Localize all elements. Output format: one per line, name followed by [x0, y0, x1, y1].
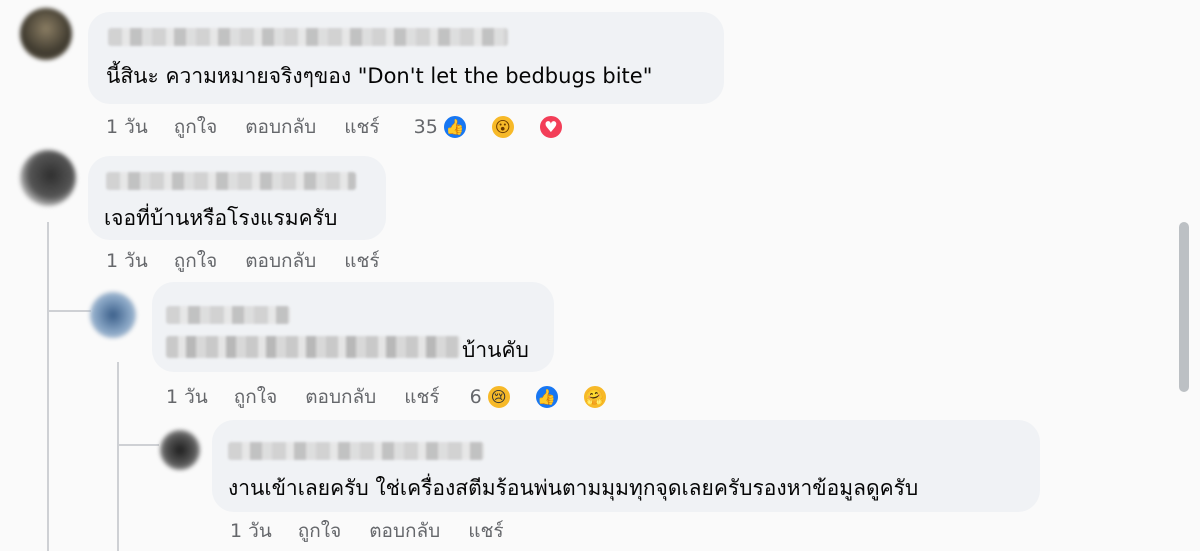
reaction-summary[interactable]: 6 😢 👍 🤗	[470, 384, 636, 410]
share-button[interactable]: แชร์	[404, 382, 439, 412]
reply-button[interactable]: ตอบกลับ	[245, 246, 316, 276]
scrollbar[interactable]	[1176, 0, 1192, 551]
avatar[interactable]	[90, 292, 136, 338]
sad-icon: 😢	[485, 384, 512, 410]
comment-bubble: บ้านคับ	[152, 282, 554, 372]
reaction-count: 35	[413, 116, 438, 138]
like-button[interactable]: ถูกใจ	[298, 516, 341, 546]
author-name-redacted[interactable]	[228, 442, 484, 460]
comment-text: นี้สินะ ความหมายจริงๆของ "Don't let the …	[106, 64, 653, 88]
share-button[interactable]: แชร์	[344, 112, 379, 142]
comment-text: งานเข้าเลยครับ ใช่เครื่องสตีมร้อนพ่นตามม…	[228, 476, 919, 500]
reply-button[interactable]: ตอบกลับ	[305, 382, 376, 412]
thread-line	[117, 362, 119, 551]
avatar[interactable]	[160, 430, 200, 470]
comment-actions: 1 วัน ถูกใจ ตอบกลับ แชร์ 35 👍 😮 ♥	[106, 112, 592, 142]
comment-actions: 1 วัน ถูกใจ ตอบกลับ แชร์ 6 😢 👍 🤗	[166, 382, 636, 412]
thread-line	[47, 310, 91, 312]
like-icon: 👍	[533, 384, 560, 410]
comments-panel: นี้สินะ ความหมายจริงๆของ "Don't let the …	[0, 0, 1200, 551]
author-name-redacted[interactable]	[106, 172, 356, 190]
reaction-count: 6	[469, 386, 482, 408]
avatar[interactable]	[20, 150, 76, 206]
comment-text-suffix: บ้านคับ	[462, 338, 529, 362]
author-name-redacted[interactable]	[108, 28, 508, 46]
reply-button[interactable]: ตอบกลับ	[369, 516, 440, 546]
comment-actions: 1 วัน ถูกใจ ตอบกลับ แชร์	[106, 246, 408, 276]
thread-line	[47, 222, 49, 551]
care-icon: 🤗	[581, 384, 608, 410]
like-icon: 👍	[441, 114, 468, 140]
like-button[interactable]: ถูกใจ	[174, 112, 217, 142]
like-button[interactable]: ถูกใจ	[234, 382, 277, 412]
comment-actions: 1 วัน ถูกใจ ตอบกลับ แชร์	[230, 516, 532, 546]
share-button[interactable]: แชร์	[344, 246, 379, 276]
avatar[interactable]	[20, 8, 72, 60]
comment-time[interactable]: 1 วัน	[106, 246, 148, 276]
comment-time[interactable]: 1 วัน	[106, 112, 148, 142]
comment-bubble: นี้สินะ ความหมายจริงๆของ "Don't let the …	[88, 12, 724, 104]
like-button[interactable]: ถูกใจ	[174, 246, 217, 276]
thread-line	[117, 444, 159, 446]
love-icon: ♥	[537, 114, 564, 140]
comment-text: เจอที่บ้านหรือโรงแรมครับ	[104, 206, 338, 230]
scrollbar-thumb[interactable]	[1179, 222, 1189, 392]
comment-text-redacted	[166, 336, 460, 358]
share-button[interactable]: แชร์	[468, 516, 503, 546]
comment-time[interactable]: 1 วัน	[166, 382, 208, 412]
author-name-redacted[interactable]	[166, 306, 290, 324]
comment-bubble: งานเข้าเลยครับ ใช่เครื่องสตีมร้อนพ่นตามม…	[212, 420, 1040, 512]
comment-time[interactable]: 1 วัน	[230, 516, 272, 546]
reply-button[interactable]: ตอบกลับ	[245, 112, 316, 142]
wow-icon: 😮	[489, 114, 516, 140]
comment-bubble: เจอที่บ้านหรือโรงแรมครับ	[88, 156, 386, 240]
reaction-summary[interactable]: 35 👍 😮 ♥	[414, 114, 592, 140]
